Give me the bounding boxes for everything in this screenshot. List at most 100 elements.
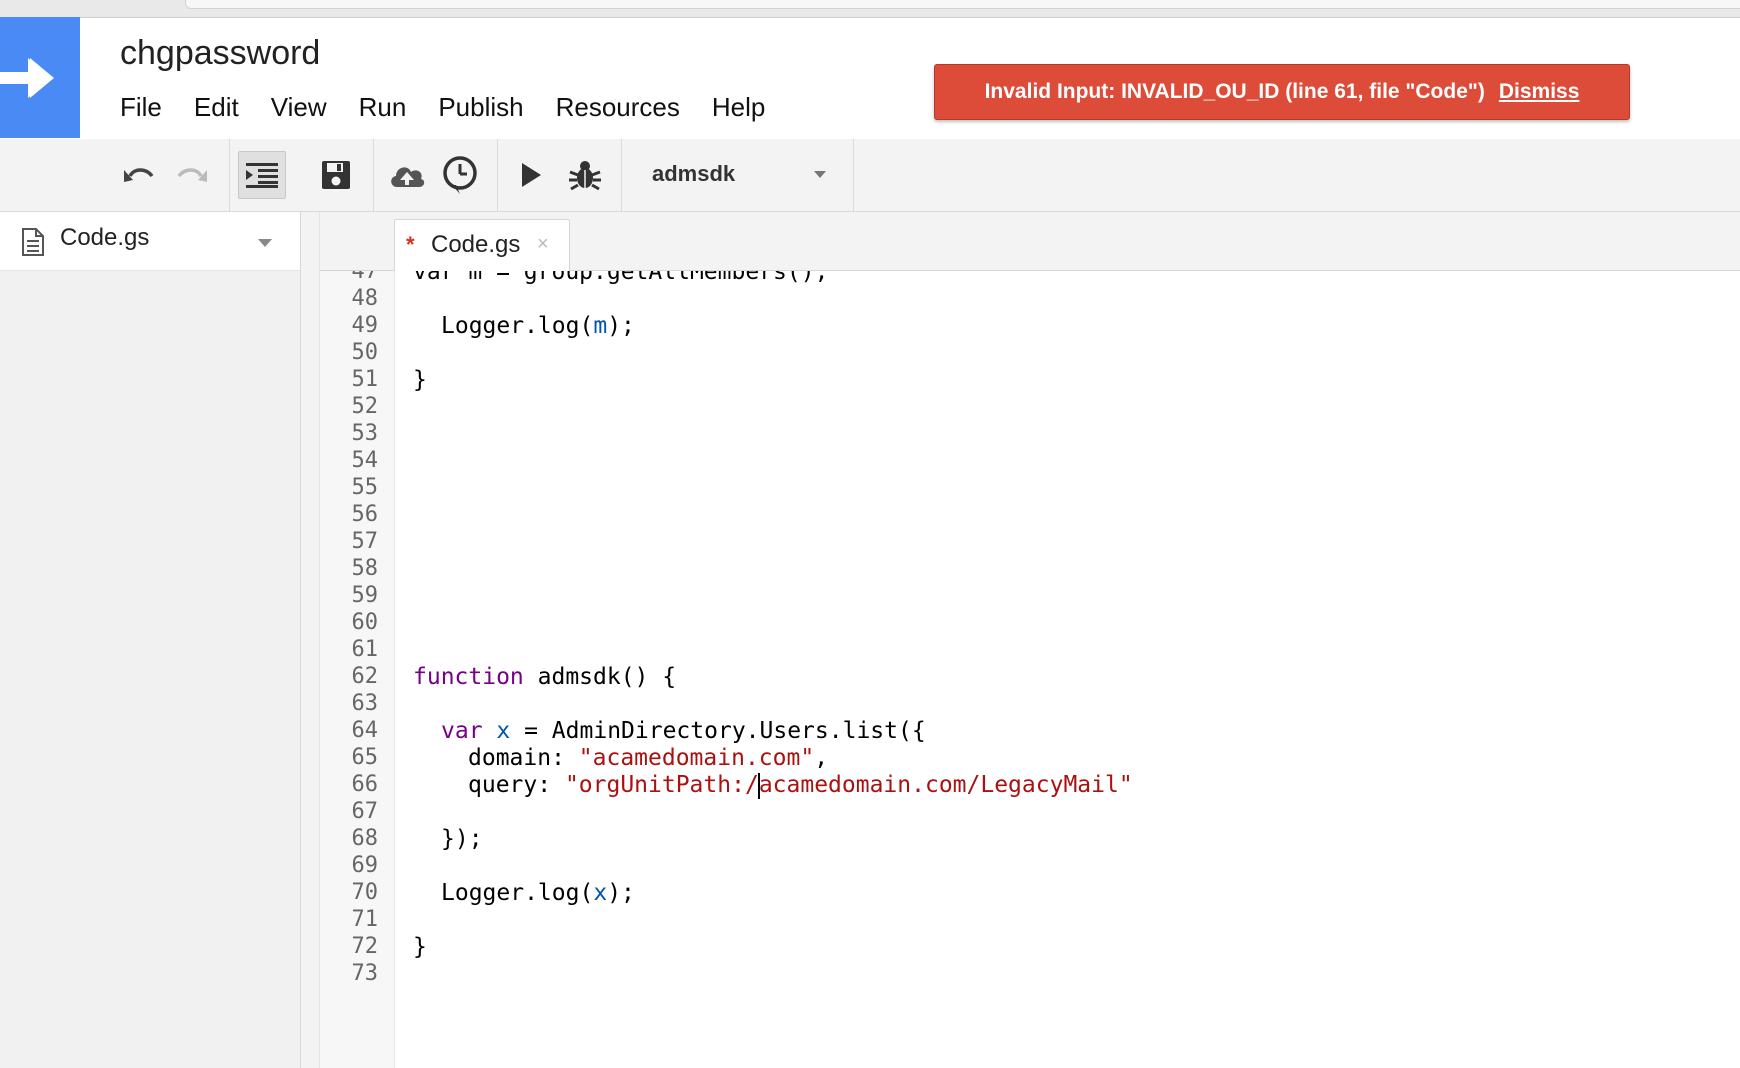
- close-icon[interactable]: ×: [537, 233, 549, 256]
- toolbar: admsdk: [0, 139, 1740, 212]
- line-number: 65: [351, 745, 379, 770]
- code-token: ,: [814, 745, 829, 771]
- code-token-var: x: [593, 880, 608, 906]
- code-editor[interactable]: var m = group.getAllMembers(); Logger.lo…: [395, 271, 1740, 1068]
- line-number: 72: [351, 934, 379, 959]
- line-number: 49: [351, 313, 379, 338]
- code-token-keyword: function: [413, 664, 524, 690]
- code-token-string: "acamedomain.com": [578, 745, 815, 771]
- unsaved-marker-icon: *: [406, 232, 415, 257]
- sidebar-splitter[interactable]: [301, 212, 320, 1068]
- menu-file[interactable]: File: [120, 90, 162, 124]
- code-token: );: [607, 313, 635, 339]
- code-token: }: [413, 934, 427, 960]
- sidebar-file-name: Code.gs: [60, 224, 150, 251]
- file-icon: [22, 228, 44, 256]
- line-number: 48: [351, 286, 379, 311]
- tab-label: Code.gs: [431, 231, 521, 258]
- code-token: Logger.log(: [441, 880, 594, 906]
- line-number: 61: [351, 637, 379, 662]
- line-number: 53: [351, 421, 379, 446]
- redo-button[interactable]: [168, 151, 216, 199]
- line-number: 56: [351, 502, 379, 527]
- apps-script-logo[interactable]: [0, 17, 80, 138]
- undo-icon: [124, 168, 154, 182]
- menu-help[interactable]: Help: [712, 90, 765, 124]
- code-line-64[interactable]: var x = AdminDirectory.Users.list({: [441, 716, 926, 746]
- line-number: 59: [351, 583, 379, 608]
- code-token-var: x: [496, 718, 511, 744]
- arrow-right-icon: [0, 57, 54, 98]
- line-number: 51: [351, 367, 379, 392]
- code-line-66[interactable]: query: "orgUnitPath:/acamedomain.com/Leg…: [468, 770, 1133, 800]
- code-token-string: "orgUnitPath:/: [564, 772, 759, 798]
- chevron-down-icon: [814, 171, 826, 178]
- menu-view[interactable]: View: [271, 90, 327, 124]
- code-line-51[interactable]: }: [413, 365, 427, 395]
- code-line-47[interactable]: var m = group.getAllMembers();: [413, 271, 828, 287]
- code-token: }: [413, 367, 427, 393]
- editor-tabbar: * Code.gs ×: [320, 212, 1740, 272]
- menu-resources[interactable]: Resources: [556, 90, 680, 124]
- line-number: 73: [351, 961, 379, 986]
- tab-code-gs[interactable]: * Code.gs ×: [394, 219, 570, 272]
- code-line-65[interactable]: domain: "acamedomain.com",: [468, 743, 828, 773]
- debug-bug-icon: [569, 161, 601, 191]
- error-banner: Invalid Input: INVALID_OU_ID (line 61, f…: [934, 64, 1630, 120]
- undo-button[interactable]: [115, 151, 163, 199]
- menu-edit[interactable]: Edit: [194, 90, 239, 124]
- code-line-62[interactable]: function admsdk() {: [413, 662, 676, 692]
- code-token: admsdk() {: [523, 664, 677, 690]
- line-number: 50: [351, 340, 379, 365]
- code-partial-line: var m = group.getAllMembers();: [413, 271, 829, 285]
- line-number: 66: [351, 772, 379, 797]
- code-token: });: [441, 826, 483, 852]
- file-menu-chevron-icon[interactable]: [258, 239, 272, 247]
- triggers-clock-icon: [443, 156, 477, 194]
- line-number: 57: [351, 529, 379, 554]
- run-button[interactable]: [507, 151, 555, 199]
- line-number: 69: [351, 853, 379, 878]
- line-number: 71: [351, 907, 379, 932]
- line-number: 68: [351, 826, 379, 851]
- line-number: 52: [351, 394, 379, 419]
- selected-function: admsdk: [652, 161, 736, 186]
- code-token: );: [607, 880, 635, 906]
- code-token: domain:: [468, 745, 579, 771]
- code-line-68[interactable]: });: [441, 824, 483, 854]
- menu-bar: File Edit View Run Publish Resources Hel…: [120, 90, 797, 124]
- code-token: Logger.log(: [441, 313, 594, 339]
- triggers-button[interactable]: [436, 151, 484, 199]
- code-token-keyword: var: [441, 718, 483, 744]
- menu-publish[interactable]: Publish: [438, 90, 523, 124]
- browser-chrome: [0, 0, 1740, 18]
- debug-button[interactable]: [561, 151, 609, 199]
- project-title[interactable]: chgpassword: [120, 34, 320, 73]
- code-token-var: m: [593, 313, 608, 339]
- menu-run[interactable]: Run: [359, 90, 407, 124]
- sidebar-file-code-gs[interactable]: Code.gs: [0, 212, 300, 271]
- line-number: 60: [351, 610, 379, 635]
- line-number: 67: [351, 799, 379, 824]
- line-number-gutter: 47 48 49 50 51 52 53 54 55 56 57 58 59 6…: [320, 271, 395, 1068]
- line-number: 64: [351, 718, 379, 743]
- line-number: 58: [351, 556, 379, 581]
- publish-button[interactable]: [383, 151, 431, 199]
- code-line-49[interactable]: Logger.log(m);: [441, 311, 635, 341]
- line-number: 62: [351, 664, 379, 689]
- function-select[interactable]: admsdk: [622, 139, 852, 211]
- file-sidebar: Code.gs: [0, 212, 301, 1068]
- code-line-70[interactable]: Logger.log(x);: [441, 878, 635, 908]
- address-bar-edge: [185, 0, 1740, 9]
- redo-icon: [177, 168, 207, 182]
- line-number: 54: [351, 448, 379, 473]
- save-button[interactable]: [312, 151, 360, 199]
- dismiss-link[interactable]: Dismiss: [1499, 80, 1580, 104]
- publish-cloud-icon: [391, 167, 425, 187]
- code-token: query:: [468, 772, 565, 798]
- error-message: Invalid Input: INVALID_OU_ID (line 61, f…: [984, 80, 1485, 103]
- code-line-72[interactable]: }: [413, 932, 427, 962]
- code-token: = AdminDirectory.Users.list({: [510, 718, 926, 744]
- save-icon: [322, 161, 350, 189]
- code-token-string: acamedomain.com/LegacyMail": [758, 772, 1133, 798]
